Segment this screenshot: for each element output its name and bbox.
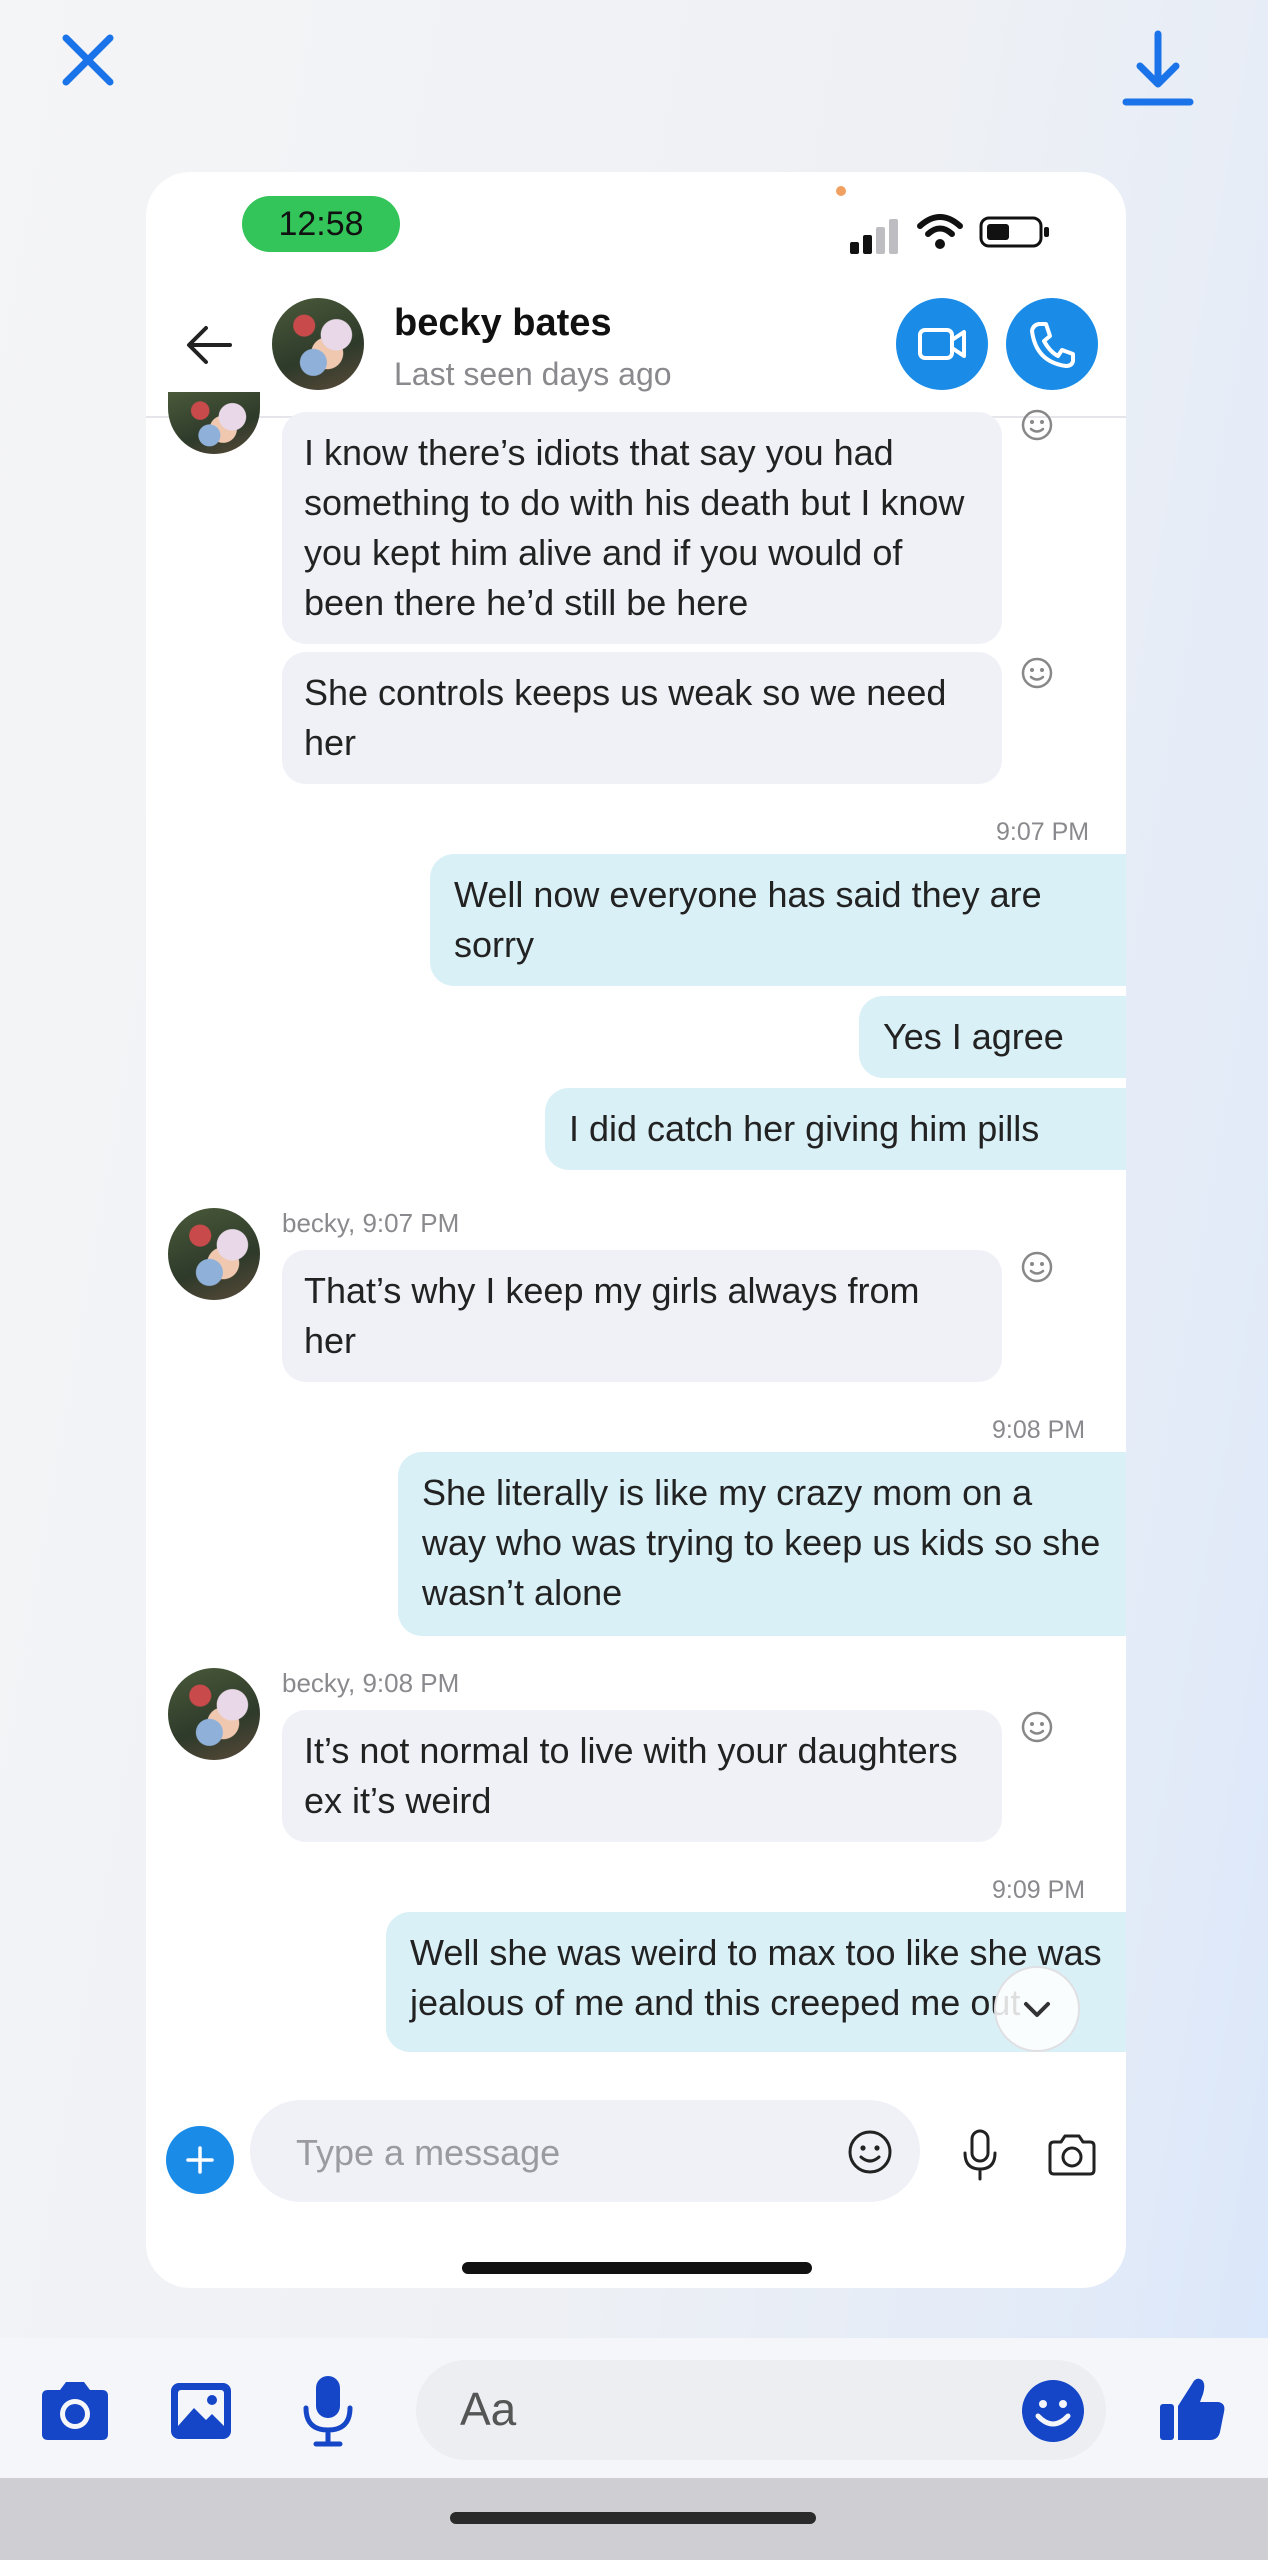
status-time: 12:58 [242, 196, 400, 252]
message-input-placeholder: Type a message [296, 2132, 561, 2173]
scroll-to-bottom-button[interactable] [994, 1966, 1080, 2052]
reply-input-placeholder: Aa [460, 2383, 517, 2435]
sender-avatar[interactable] [168, 1668, 260, 1760]
last-seen-status: Last seen days ago [394, 356, 672, 392]
video-camera-icon [918, 328, 966, 360]
home-indicator [462, 2262, 812, 2274]
incoming-message: She controls keeps us weak so we need he… [282, 652, 1002, 784]
incoming-message: It’s not normal to live with your daught… [282, 1710, 1002, 1842]
message-timestamp: 9:08 PM [992, 1416, 1086, 1444]
home-indicator [450, 2512, 816, 2524]
privacy-indicator [836, 186, 846, 196]
video-call-button[interactable] [896, 298, 988, 390]
back-arrow-icon[interactable] [184, 320, 234, 370]
chevron-down-icon [1024, 2002, 1050, 2017]
incoming-message: I know there’s idiots that say you had s… [282, 412, 1002, 644]
sender-avatar[interactable] [168, 1208, 260, 1300]
sender-label: becky, 9:07 PM [282, 1208, 460, 1238]
plus-icon [186, 2146, 214, 2174]
microphone-icon[interactable] [300, 2374, 356, 2448]
outgoing-message: I did catch her giving him pills [545, 1088, 1126, 1170]
contact-name[interactable]: becky bates [394, 302, 612, 345]
camera-icon[interactable] [1046, 2132, 1098, 2178]
reply-bar: Aa [0, 2338, 1268, 2478]
microphone-icon[interactable] [960, 2128, 1000, 2182]
gallery-icon[interactable] [168, 2380, 234, 2442]
battery-icon [979, 216, 1049, 248]
conversation-header: becky bates Last seen days ago [146, 276, 1126, 418]
outgoing-message: Well now everyone has said they are sorr… [430, 854, 1126, 986]
phone-icon [1030, 322, 1075, 368]
sender-label: becky, 9:08 PM [282, 1668, 460, 1698]
thumbs-up-icon[interactable] [1156, 2372, 1228, 2444]
outgoing-message: Yes I agree [859, 996, 1126, 1078]
camera-icon[interactable] [38, 2378, 112, 2444]
download-icon[interactable] [1120, 30, 1196, 110]
message-timestamp: 9:07 PM [996, 818, 1090, 846]
message-timestamp: 9:09 PM [992, 1876, 1086, 1904]
conversation-screenshot: 12:58 becky bates Last seen days ago I k… [146, 172, 1126, 2288]
reaction-smiley-icon[interactable] [1020, 408, 1054, 442]
signal-icon [850, 219, 898, 254]
incoming-message: That’s why I keep my girls always from h… [282, 1250, 1002, 1382]
emoji-icon[interactable] [1020, 2378, 1086, 2444]
voice-call-button[interactable] [1006, 298, 1098, 390]
reaction-smiley-icon[interactable] [1020, 1710, 1054, 1744]
reply-input[interactable] [416, 2360, 1106, 2460]
reaction-smiley-icon[interactable] [1020, 656, 1054, 690]
close-icon[interactable] [58, 30, 118, 90]
add-attachment-button[interactable] [166, 2126, 234, 2194]
wifi-icon [917, 214, 963, 249]
contact-avatar[interactable] [272, 298, 364, 390]
outgoing-message: She literally is like my crazy mom on a … [398, 1452, 1126, 1636]
reaction-smiley-icon[interactable] [1020, 1250, 1054, 1284]
sender-avatar[interactable] [168, 392, 260, 454]
emoji-icon[interactable] [846, 2128, 894, 2176]
